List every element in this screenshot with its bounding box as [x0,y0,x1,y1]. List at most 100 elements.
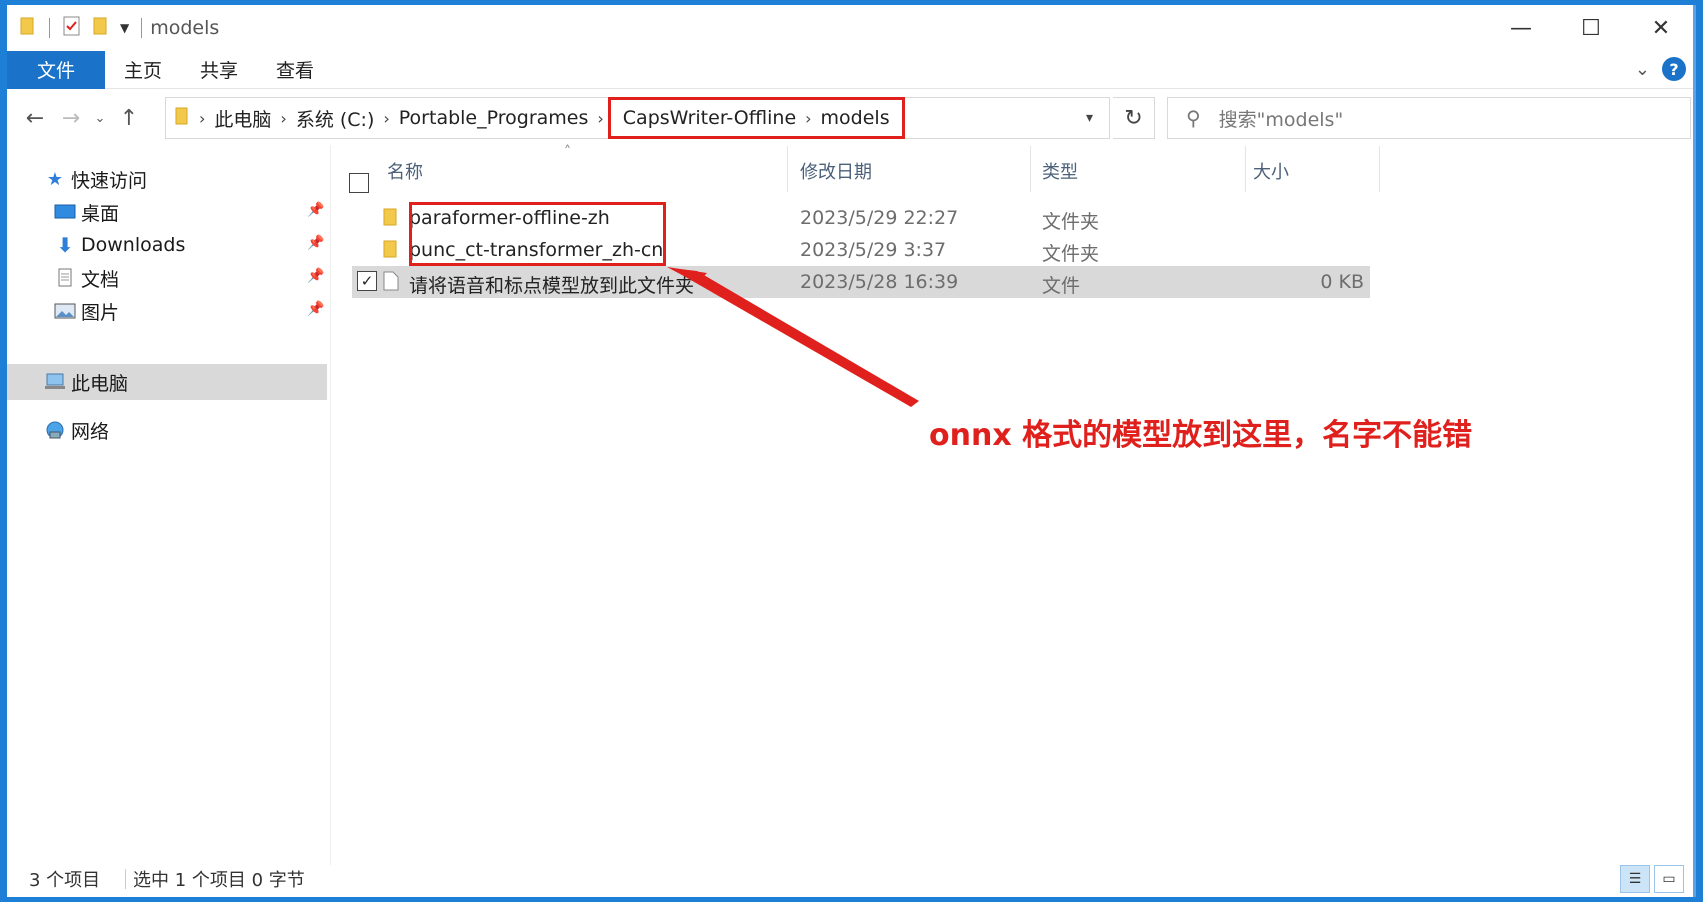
help-icon[interactable]: ? [1662,57,1686,81]
status-bar: 3 个项目 选中 1 个项目 0 字节 ☰ ▭ [7,861,1696,897]
sidebar-item-pictures[interactable]: 图片 [53,294,119,328]
tab-home[interactable]: 主页 [105,51,181,89]
file-modified: 2023/5/28 16:39 [800,271,959,293]
refresh-button[interactable]: ↻ [1113,97,1155,139]
sidebar-item-desktop[interactable]: 桌面 [53,195,119,229]
explorer-window: ▼ models — ☐ ✕ 文件 主页 共享 查看 ⌄ ? ← → ⌄ ↑ › [7,5,1696,897]
sidebar-item-documents[interactable]: 文档 [53,261,119,295]
column-header-modified[interactable]: 修改日期 [800,158,872,184]
file-name[interactable]: 请将语音和标点模型放到此文件夹 [409,271,694,298]
sidebar-item-label: Downloads [81,234,186,256]
navigation-pane: ★ 快速访问 桌面 📌 ⬇ Downloads 📌 文档 📌 图片 📌 此电脑 [7,150,327,850]
column-header-type[interactable]: 类型 [1042,158,1078,184]
document-icon [53,268,77,288]
file-modified: 2023/5/29 22:27 [800,207,959,229]
pictures-icon [53,301,77,321]
column-divider[interactable] [1245,146,1246,192]
sort-ascending-icon: ˄ [564,144,571,160]
file-icon [383,271,399,296]
tab-file[interactable]: 文件 [7,50,106,89]
sidebar-item-this-pc[interactable]: 此电脑 [43,365,128,399]
recent-locations-button[interactable]: ⌄ [89,98,111,138]
pane-divider[interactable] [330,145,331,865]
column-header-name[interactable]: 名称 [387,158,423,184]
properties-icon[interactable] [62,15,82,41]
sidebar-item-label: 快速访问 [71,169,148,192]
pin-icon[interactable]: 📌 [307,235,324,251]
search-icon: ⚲ [1186,106,1201,130]
tab-view[interactable]: 查看 [257,51,333,89]
details-view-icon[interactable]: ☰ [1620,865,1650,893]
tab-share[interactable]: 共享 [181,51,257,89]
pin-icon[interactable]: 📌 [307,268,324,284]
address-dropdown-icon[interactable]: ▾ [1069,98,1109,138]
new-folder-icon[interactable] [92,16,110,40]
title-bar: ▼ models — ☐ ✕ [7,5,1696,51]
column-divider[interactable] [787,146,788,192]
folder-icon [382,207,400,232]
address-bar[interactable]: › 此电脑 › 系统 (C:) › Portable_Programes › C… [165,97,1110,139]
breadcrumb-models[interactable]: models [821,107,890,129]
breadcrumb-this-pc[interactable]: 此电脑 [214,105,271,132]
folder-icon [382,239,400,264]
pin-icon[interactable]: 📌 [307,301,324,317]
breadcrumb-separator-icon[interactable]: › [280,109,286,128]
search-box[interactable]: ⚲ 搜索"models" [1167,97,1691,139]
navigation-bar: ← → ⌄ ↑ › 此电脑 › 系统 (C:) › Portable_Progr… [7,90,1696,146]
folder-icon [19,16,37,40]
breadcrumb-capswriter-offline[interactable]: CapsWriter-Offline [623,107,796,129]
desktop-icon [53,202,77,222]
breadcrumb-separator-icon[interactable]: › [199,109,205,128]
large-icons-view-icon[interactable]: ▭ [1654,865,1684,893]
selection-info: 选中 1 个项目 0 字节 [133,870,305,891]
quick-access-toolbar: ▼ [19,15,144,41]
pin-icon[interactable]: 📌 [307,202,324,218]
sidebar-item-quick-access[interactable]: ★ 快速访问 [43,162,147,196]
folder-highlight-box [409,202,666,266]
breadcrumb-separator-icon[interactable]: › [805,109,811,128]
row-checkbox[interactable]: ✓ [357,271,377,291]
sidebar-item-network[interactable]: 网络 [43,413,109,447]
sidebar-item-label: 桌面 [81,202,120,225]
ribbon-right: ⌄ ? [1635,57,1686,81]
annotation-text: onnx 格式的模型放到这里，名字不能错 [929,418,1473,453]
divider [141,18,143,38]
column-header-size[interactable]: 大小 [1253,158,1289,184]
up-button[interactable]: ↑ [111,98,147,138]
window-edge [1693,5,1696,897]
expand-ribbon-icon[interactable]: ⌄ [1635,59,1650,80]
breadcrumb-separator-icon[interactable]: › [597,109,603,128]
ribbon-tabs: 文件 主页 共享 查看 ⌄ ? [7,50,1696,89]
divider [49,18,50,38]
forward-button[interactable]: → [53,98,89,138]
maximize-button[interactable]: ☐ [1556,5,1626,51]
file-type: 文件 [1042,275,1081,297]
column-divider[interactable] [1030,146,1031,192]
file-size: 0 KB [1320,271,1364,293]
column-headers: ˄ 名称 修改日期 类型 大小 [337,144,1387,193]
file-row-selected[interactable]: ✓ 请将语音和标点模型放到此文件夹 2023/5/28 16:39 文件 0 K… [352,266,1370,298]
column-divider[interactable] [1379,146,1380,192]
sidebar-item-downloads[interactable]: ⬇ Downloads [53,228,186,262]
breadcrumb-separator-icon[interactable]: › [383,109,389,128]
sidebar-item-label: 文档 [81,268,120,291]
file-type: 文件夹 [1042,243,1100,265]
download-icon: ⬇ [56,233,74,257]
sidebar-item-label: 网络 [71,420,110,443]
view-switcher: ☰ ▭ [1620,865,1684,893]
window-title: models [150,17,220,39]
search-input[interactable]: 搜索"models" [1219,105,1344,132]
back-button[interactable]: ← [17,98,53,138]
star-icon: ★ [46,168,64,190]
item-count: 3 个项目 [29,870,101,891]
close-button[interactable]: ✕ [1626,5,1696,51]
computer-icon [43,372,67,392]
minimize-button[interactable]: — [1486,5,1556,51]
file-modified: 2023/5/29 3:37 [800,239,947,261]
window-controls: — ☐ ✕ [1486,5,1696,51]
breadcrumb-portable-programes[interactable]: Portable_Programes [399,107,589,129]
folder-icon [174,106,190,131]
breadcrumb-drive-c[interactable]: 系统 (C:) [296,105,375,132]
file-type: 文件夹 [1042,211,1100,233]
chevron-down-icon[interactable]: ▼ [120,21,129,35]
